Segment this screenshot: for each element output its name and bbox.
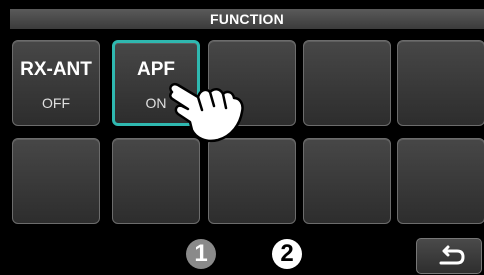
- empty-button-r2c2[interactable]: [112, 138, 200, 224]
- back-button[interactable]: [416, 238, 482, 274]
- pointing-hand-icon: [169, 83, 244, 143]
- step-2-callout: 2: [272, 239, 302, 269]
- rx-ant-label: RX-ANT: [20, 59, 92, 80]
- step-1-callout: 1: [186, 239, 216, 269]
- empty-button-r2c5[interactable]: [397, 138, 484, 224]
- rx-ant-state: OFF: [42, 95, 70, 111]
- empty-button-r1c4[interactable]: [303, 40, 391, 126]
- return-arrow-icon: [439, 245, 465, 265]
- empty-button-r2c4[interactable]: [303, 138, 391, 224]
- empty-button-r1c5[interactable]: [397, 40, 484, 126]
- empty-button-r2c1[interactable]: [12, 138, 100, 224]
- function-screen: FUNCTION RX-ANT OFF APF ON 1 2: [0, 0, 484, 275]
- empty-button-r2c3[interactable]: [208, 138, 296, 224]
- rx-ant-button[interactable]: RX-ANT OFF: [12, 40, 100, 126]
- screen-title: FUNCTION: [10, 9, 484, 29]
